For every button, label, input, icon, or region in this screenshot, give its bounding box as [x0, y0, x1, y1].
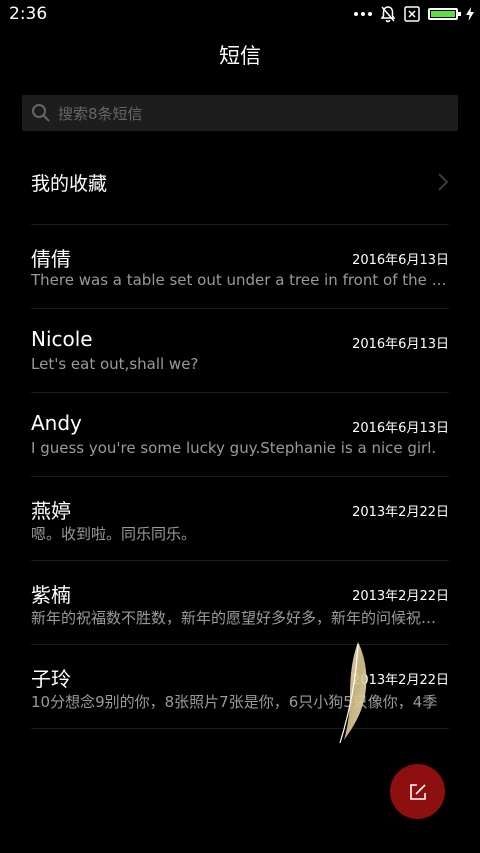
conversation-item[interactable]: 倩倩 2016年6月13日 There was a table set out … — [31, 225, 449, 309]
bell-muted-icon — [380, 6, 396, 23]
search-icon — [32, 104, 50, 122]
sim-blocked-icon — [404, 6, 420, 22]
conversation-item[interactable]: 燕婷 2013年2月22日 嗯。收到啦。同乐同乐。 — [31, 477, 449, 561]
favorites-label: 我的收藏 — [31, 172, 108, 195]
chevron-right-icon — [438, 173, 449, 191]
conversation-name: Nicole — [31, 327, 93, 351]
battery-icon — [428, 8, 461, 20]
compose-button[interactable] — [390, 764, 445, 819]
page-title: 短信 — [219, 44, 261, 68]
status-icons — [354, 4, 474, 24]
conversation-item[interactable]: Andy 2016年6月13日 I guess you're some luck… — [31, 393, 449, 477]
conversation-preview: Let's eat out,shall we? — [31, 355, 199, 373]
conversation-date: 2016年6月13日 — [352, 253, 449, 268]
conversation-preview: 嗯。收到啦。同乐同乐。 — [31, 525, 197, 543]
conversation-name: 紫楠 — [31, 583, 71, 607]
conversation-date: 2016年6月13日 — [352, 337, 449, 352]
conversation-name: 倩倩 — [31, 247, 71, 271]
conversation-preview: 10分想念9别的你，8张照片7张是你，6只小狗5只像你，4季 — [31, 693, 438, 711]
favorites-row[interactable]: 我的收藏 — [31, 140, 449, 225]
search-placeholder: 搜索8条短信 — [58, 104, 143, 123]
feather-decoration-icon — [339, 642, 367, 744]
conversation-item[interactable]: 子玲 2013年2月22日 10分想念9别的你，8张照片7张是你，6只小狗5只像… — [31, 645, 449, 729]
conversation-name: Andy — [31, 411, 82, 435]
battery-fill — [431, 11, 455, 17]
more-dots-icon — [354, 12, 372, 16]
conversation-date: 2013年2月22日 — [352, 505, 449, 520]
conversation-list: 倩倩 2016年6月13日 There was a table set out … — [31, 225, 449, 729]
conversation-name: 子玲 — [31, 667, 71, 691]
conversation-preview: I guess you're some lucky guy.Stephanie … — [31, 439, 437, 457]
status-bar: 2:36 — [0, 0, 480, 28]
conversation-date: 2016年6月13日 — [352, 421, 449, 436]
conversation-item[interactable]: 紫楠 2013年2月22日 新年的祝福数不胜数，新年的愿望好多好多，新年的问候祝… — [31, 561, 449, 645]
conversation-date: 2013年2月22日 — [352, 589, 449, 604]
conversation-name: 燕婷 — [31, 499, 71, 523]
conversation-preview: There was a table set out under a tree i… — [31, 271, 449, 289]
compose-icon — [409, 783, 426, 800]
status-time: 2:36 — [9, 4, 48, 24]
conversation-item[interactable]: Nicole 2016年6月13日 Let's eat out,shall we… — [31, 309, 449, 393]
search-input[interactable]: 搜索8条短信 — [22, 95, 458, 131]
charging-bolt-icon — [466, 7, 474, 21]
conversation-preview: 新年的祝福数不胜数，新年的愿望好多好多，新年的问候祝你新年快乐 — [31, 609, 449, 627]
